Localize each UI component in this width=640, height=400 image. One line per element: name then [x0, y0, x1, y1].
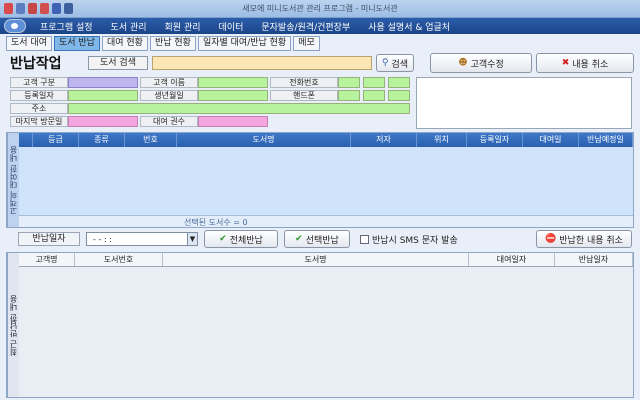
- rental-grid: 고객의 대여한 내용 등급 종류 번호 도서명 저자 위치 등록일자 대여일 반…: [6, 132, 634, 228]
- column-header-customer[interactable]: 고객명: [19, 253, 75, 266]
- user-icon: ☻: [458, 58, 468, 68]
- menu-item-sms[interactable]: 문자발송/원격/건편장부: [261, 20, 350, 33]
- check-icon: ✔: [295, 234, 303, 244]
- register-date-field[interactable]: [68, 90, 138, 101]
- customer-memo-box[interactable]: [416, 77, 632, 129]
- column-header-author[interactable]: 저자: [351, 133, 417, 147]
- returned-grid: 최근 반납한 내용 고객명 도서번호 도서명 대여일자 반납일자: [6, 252, 634, 398]
- mobile-label: 핸드폰: [270, 90, 338, 101]
- menu-item-members[interactable]: 회원 관리: [165, 20, 201, 33]
- app-logo-icon[interactable]: [4, 19, 26, 33]
- selected-count-text: 선택된 도서수 = 0: [184, 218, 248, 227]
- cancel-icon: ⛔: [545, 234, 557, 244]
- book-search-input[interactable]: [152, 56, 372, 70]
- search-button[interactable]: ⚲ 검색: [376, 54, 414, 72]
- cancel-returned-label: 반납한 내용 취소: [559, 235, 623, 246]
- book-search-label: 도서 검색: [88, 56, 148, 70]
- phone-label: 전화번호: [270, 77, 338, 88]
- return-all-label: 전체반납: [229, 235, 263, 246]
- column-header-book-number[interactable]: 도서번호: [75, 253, 163, 266]
- rental-grid-body[interactable]: [19, 147, 633, 215]
- rental-grid-header: 등급 종류 번호 도서명 저자 위치 등록일자 대여일 반납예정일: [19, 133, 633, 147]
- mobile-field-2[interactable]: [363, 90, 385, 101]
- tab-return[interactable]: 도서 반납: [53, 36, 100, 51]
- cancel-content-button[interactable]: ✖ 내용 취소: [536, 53, 634, 73]
- rental-grid-side-label: 고객의 대여한 내용: [7, 133, 19, 227]
- search-icon: ⚲: [381, 58, 389, 68]
- edit-customer-button[interactable]: ☻ 고객수정: [430, 53, 532, 73]
- birth-month-field[interactable]: [198, 90, 268, 101]
- column-header-rent-date[interactable]: 대여일자: [469, 253, 555, 266]
- column-header-number[interactable]: 번호: [125, 133, 177, 147]
- mobile-field-3[interactable]: [388, 90, 410, 101]
- returned-grid-header: 고객명 도서번호 도서명 대여일자 반납일자: [19, 253, 633, 267]
- return-date-label: 반납일자: [18, 232, 80, 246]
- tab-return-status[interactable]: 반납 현황: [149, 36, 196, 51]
- tab-memo[interactable]: 메모: [293, 36, 320, 51]
- sms-checkbox-box[interactable]: [360, 235, 369, 244]
- cancel-returned-button[interactable]: ⛔ 반납한 내용 취소: [536, 230, 632, 248]
- return-date-value: - - : :: [93, 234, 112, 244]
- column-header-select[interactable]: [19, 133, 33, 147]
- return-action-bar: 반납일자 - - : : ▼ ✔ 전체반납 ✔ 선택반납 반납시 SMS 문자 …: [6, 230, 634, 248]
- column-header-title[interactable]: 도서명: [177, 133, 351, 147]
- column-header-grade[interactable]: 등급: [33, 133, 79, 147]
- customer-name-field[interactable]: [198, 77, 268, 88]
- page-title: 반납작업: [10, 56, 62, 72]
- birth-month-label: 생년월일: [140, 90, 198, 101]
- return-selected-label: 선택반납: [305, 235, 339, 246]
- phone-field-2[interactable]: [363, 77, 385, 88]
- phone-field-3[interactable]: [388, 77, 410, 88]
- chevron-down-icon[interactable]: ▼: [187, 233, 197, 245]
- column-header-return-date[interactable]: 반납일자: [555, 253, 633, 266]
- sms-checkbox-label: 반납시 SMS 문자 발송: [372, 236, 458, 246]
- return-date-picker[interactable]: - - : : ▼: [86, 232, 198, 246]
- rental-count-field[interactable]: [198, 116, 268, 127]
- last-visit-label: 마지막 방문일: [10, 116, 68, 127]
- tab-rental-status[interactable]: 대여 현황: [101, 36, 148, 51]
- column-header-location[interactable]: 위치: [417, 133, 467, 147]
- return-all-button[interactable]: ✔ 전체반납: [204, 230, 278, 248]
- column-header-rent-date[interactable]: 대여일: [523, 133, 579, 147]
- customer-name-label: 고객 이름: [140, 77, 198, 88]
- menu-item-books[interactable]: 도서 관리: [111, 20, 147, 33]
- menu-item-manual[interactable]: 사용 설명서 & 업글처: [368, 20, 450, 33]
- return-selected-button[interactable]: ✔ 선택반납: [284, 230, 350, 248]
- column-header-book-title[interactable]: 도서명: [163, 253, 469, 266]
- tab-rent[interactable]: 도서 대여: [6, 36, 52, 51]
- close-icon: ✖: [561, 58, 570, 68]
- tab-daily-status[interactable]: 일자별 대여/반납 현황: [197, 36, 292, 51]
- returned-grid-side-label: 최근 반납한 내용: [7, 253, 19, 397]
- register-date-label: 등록일자: [10, 90, 68, 101]
- address-field[interactable]: [68, 103, 410, 114]
- address-label: 주소: [10, 103, 68, 114]
- customer-info-panel: 고객 구분 고객 이름 전화번호 등록일자 생년월일 핸드폰 주소 마지막 방문…: [10, 77, 410, 129]
- tab-bar: 도서 대여 도서 반납 대여 현황 반납 현황 일자별 대여/반납 현황 메모: [6, 36, 320, 51]
- last-visit-field[interactable]: [68, 116, 138, 127]
- sms-checkbox[interactable]: 반납시 SMS 문자 발송: [360, 233, 458, 246]
- rental-count-label: 대여 권수: [140, 116, 198, 127]
- customer-type-label: 고객 구분: [10, 77, 68, 88]
- rental-grid-footer: 선택된 도서수 = 0: [19, 215, 633, 227]
- edit-customer-label: 고객수정: [470, 59, 504, 70]
- mobile-field-1[interactable]: [338, 90, 360, 101]
- column-header-register-date[interactable]: 등록일자: [467, 133, 523, 147]
- column-header-type[interactable]: 종류: [79, 133, 125, 147]
- customer-type-field[interactable]: [68, 77, 138, 88]
- return-toolbar: 반납작업 도서 검색 ⚲ 검색 ☻ 고객수정 ✖ 내용 취소: [6, 53, 634, 73]
- column-header-due-date[interactable]: 반납예정일: [579, 133, 633, 147]
- menu-item-data[interactable]: 데이터: [219, 20, 244, 33]
- search-button-label: 검색: [391, 59, 409, 70]
- window-title: 새모에 미니도서관 관리 프로그램 - 미니도서관: [242, 4, 398, 13]
- menu-item-settings[interactable]: 프로그램 설정: [40, 20, 93, 33]
- check-icon: ✔: [219, 234, 227, 244]
- title-bar: 새모에 미니도서관 관리 프로그램 - 미니도서관: [0, 0, 640, 18]
- menu-bar: 프로그램 설정 도서 관리 회원 관리 데이터 문자발송/원격/건편장부 사용 …: [0, 18, 640, 34]
- cancel-content-label: 내용 취소: [572, 59, 609, 70]
- phone-field-1[interactable]: [338, 77, 360, 88]
